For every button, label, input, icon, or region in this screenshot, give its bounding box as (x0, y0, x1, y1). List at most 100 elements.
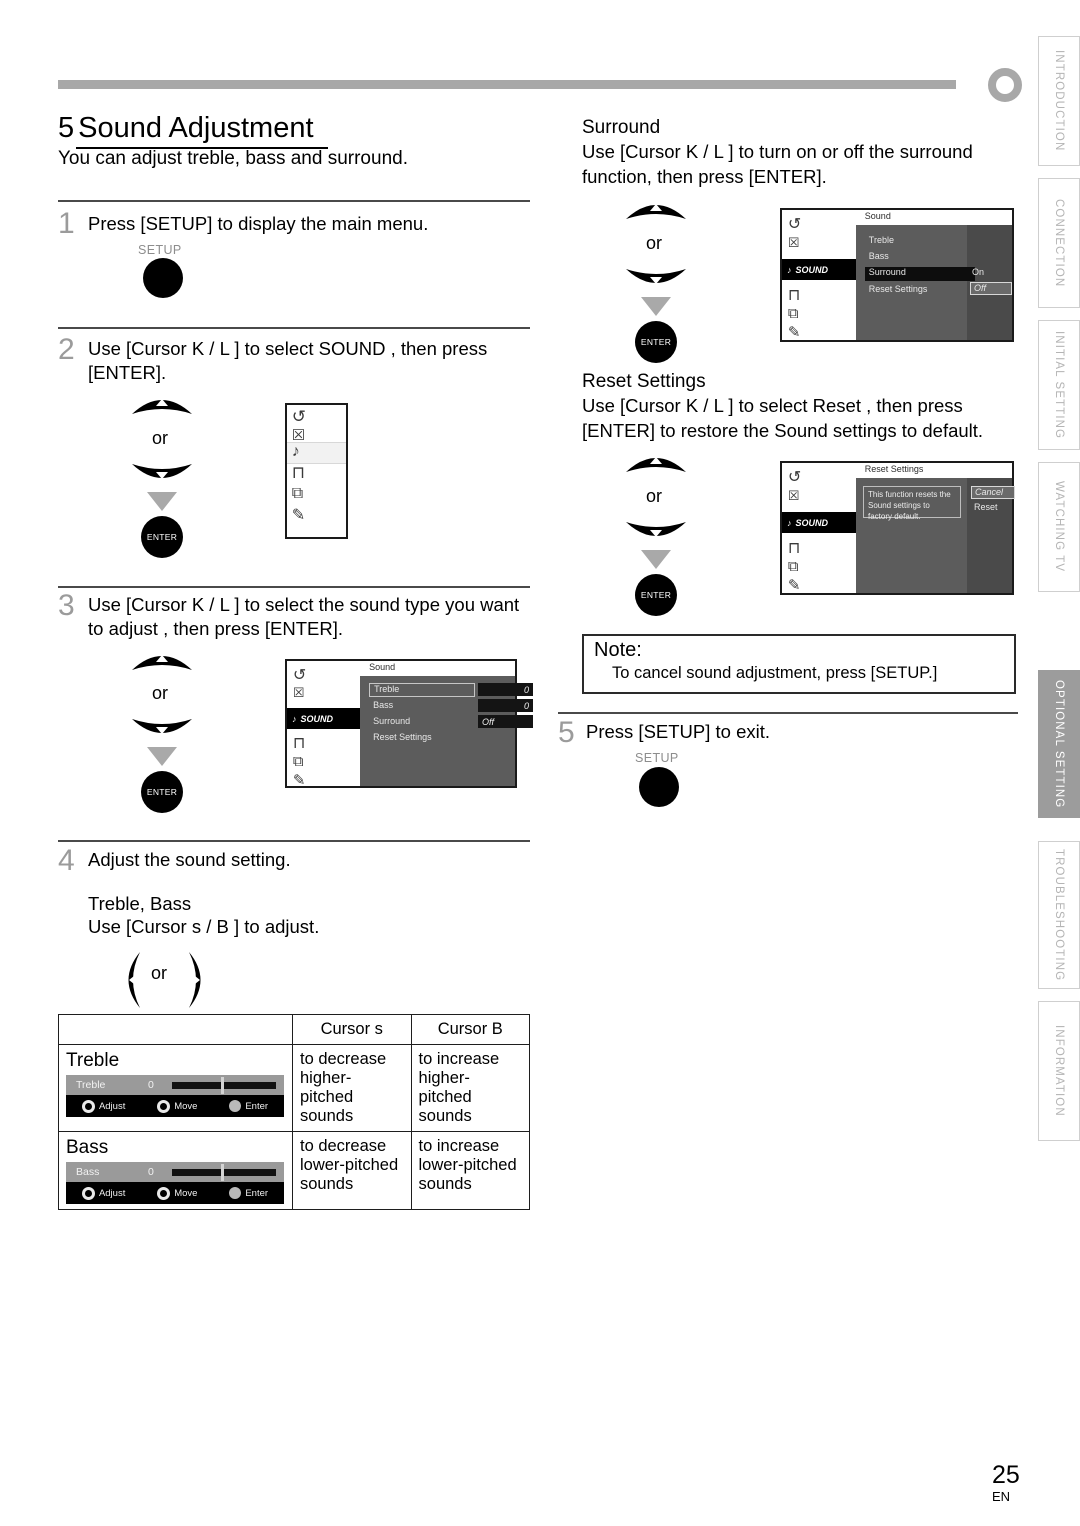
return-icon[interactable]: ↺ (293, 665, 306, 685)
setup-button-5[interactable] (639, 767, 679, 807)
layers-icon[interactable]: ⧉ (788, 305, 799, 322)
tab-watching-tv[interactable]: WATCHING TV (1038, 462, 1080, 592)
footer-move-label: Move (174, 1187, 198, 1199)
setup-button-1[interactable] (143, 258, 183, 298)
step-2-rule (58, 327, 530, 329)
header-rule (58, 80, 956, 89)
layers-icon[interactable]: ⧉ (788, 558, 799, 575)
osd-value-treble: 0 (478, 683, 533, 696)
osd-option-on[interactable]: On (972, 267, 984, 277)
picture-icon[interactable]: ☒ (292, 426, 305, 444)
osd-sidebar-item-sound[interactable]: ♪ SOUND (782, 512, 856, 533)
cursor-up-key-surround[interactable] (624, 195, 688, 223)
timer-icon[interactable]: ⊓ (292, 463, 305, 483)
setup-icon[interactable]: ✎ (293, 771, 306, 789)
tab-troubleshooting[interactable]: TROUBLESHOOTING (1038, 841, 1080, 989)
tab-connection[interactable]: CONNECTION (1038, 178, 1080, 308)
setup-key-label-5: SETUP (635, 751, 679, 765)
or-label-surround: or (646, 233, 663, 253)
slider-knob[interactable] (221, 1077, 224, 1094)
cursor-left-key[interactable] (113, 950, 143, 1010)
osd-sidebar-item-sound[interactable]: ♪ SOUND (287, 708, 360, 729)
layers-icon[interactable]: ⧉ (293, 753, 304, 770)
slider-track[interactable] (172, 1169, 276, 1176)
or-label-reset: or (646, 486, 663, 506)
tab-introduction[interactable]: INTRODUCTION (1038, 36, 1080, 166)
osd-title: Sound (369, 662, 396, 672)
row-label-treble: Treble (66, 1050, 120, 1071)
setup-icon[interactable]: ✎ (788, 576, 801, 594)
cursor-down-key-reset[interactable] (624, 518, 688, 546)
slider-footer: Adjust Move Enter (66, 1182, 284, 1204)
enter-button-3[interactable]: ENTER (141, 771, 183, 813)
step-4-subheading: Treble, Bass (88, 893, 192, 914)
osd-slider-treble: Treble 0 Adjust Move Enter (66, 1075, 284, 1117)
setup-icon[interactable]: ✎ (788, 323, 801, 341)
osd-option-off[interactable]: Off (970, 282, 1012, 295)
osd-option-reset[interactable]: Reset (974, 502, 998, 512)
setup-icon[interactable]: ✎ (292, 505, 305, 525)
osd-row-reset[interactable]: Reset Settings (369, 732, 432, 742)
page-title-number: 5 (58, 112, 75, 144)
sound-icon[interactable]: ♪ (292, 443, 300, 461)
flow-arrow-2 (147, 492, 177, 511)
row-label-bass: Bass (66, 1137, 109, 1158)
osd-value-bass: 0 (478, 699, 533, 712)
sound-icon: ♪ (787, 517, 792, 528)
cursor-up-key-3[interactable] (130, 646, 194, 674)
dot-icon (229, 1187, 242, 1199)
return-icon[interactable]: ↺ (788, 214, 801, 234)
step-1-number: 1 (58, 207, 75, 240)
ring-icon (157, 1186, 171, 1200)
tab-information[interactable]: INFORMATION (1038, 1001, 1080, 1141)
osd-sidebar: ↺ ☒ ♪ SOUND ⊓ ⧉ ✎ (287, 661, 360, 789)
osd-slider-bass: Bass 0 Adjust Move Enter (66, 1162, 284, 1204)
timer-icon[interactable]: ⊓ (788, 285, 800, 305)
table-header-cursor-right: Cursor B (410, 1014, 531, 1045)
layers-icon[interactable]: ⧉ (292, 485, 303, 503)
cursor-up-key-reset[interactable] (624, 448, 688, 476)
flow-arrow-3 (147, 747, 177, 766)
step-4-rule (58, 840, 530, 842)
return-icon[interactable]: ↺ (292, 407, 306, 427)
page-title: 5 Sound Adjustment (58, 112, 528, 149)
osd-row-treble[interactable]: Treble (865, 235, 894, 245)
osd-row-bass[interactable]: Bass (369, 700, 393, 710)
footer-enter-label: Enter (245, 1187, 269, 1199)
cursor-up-key-2[interactable] (130, 390, 194, 418)
step-2-number: 2 (58, 333, 75, 366)
osd-row-reset[interactable]: Reset Settings (865, 284, 928, 294)
tab-optional-setting[interactable]: OPTIONAL SETTING (1038, 670, 1080, 818)
enter-button-surround[interactable]: ENTER (635, 321, 677, 363)
footer-enter-label: Enter (245, 1100, 269, 1112)
reset-body: Use [Cursor K / L ] to select Reset , th… (582, 395, 984, 441)
osd-option-cancel[interactable]: Cancel (971, 486, 1015, 499)
osd-row-surround[interactable]: Surround (369, 716, 410, 726)
osd-sidebar-item-sound[interactable]: ♪ SOUND (782, 259, 856, 280)
osd-row-treble[interactable]: Treble (369, 683, 476, 697)
cursor-down-key-2[interactable] (130, 460, 194, 488)
timer-icon[interactable]: ⊓ (293, 733, 305, 753)
cursor-right-key[interactable] (186, 950, 216, 1010)
osd-row-bass[interactable]: Bass (865, 251, 889, 261)
slider-track[interactable] (172, 1082, 276, 1089)
enter-button-2[interactable]: ENTER (141, 516, 183, 558)
picture-icon[interactable]: ☒ (788, 488, 800, 504)
flow-arrow-reset (641, 550, 671, 569)
enter-button-reset[interactable]: ENTER (635, 574, 677, 616)
cursor-down-key-surround[interactable] (624, 265, 688, 293)
tab-label: TROUBLESHOOTING (1053, 848, 1065, 982)
osd-row-surround[interactable]: Surround (864, 267, 975, 281)
sound-icon: ♪ (787, 264, 792, 275)
footer-adjust-label: Adjust (98, 1187, 126, 1199)
picture-icon[interactable]: ☒ (293, 685, 305, 701)
cursor-down-key-3[interactable] (130, 715, 194, 743)
tab-initial-setting[interactable]: INITIAL SETTING (1038, 320, 1080, 450)
picture-icon[interactable]: ☒ (788, 235, 800, 251)
table-header-row: Cursor s Cursor B (58, 1014, 531, 1045)
osd-surround-menu: ↺ ☒ ♪ SOUND ⊓ ⧉ ✎ Sound Treble Bass Surr… (780, 208, 1014, 342)
timer-icon[interactable]: ⊓ (788, 538, 800, 558)
return-icon[interactable]: ↺ (788, 467, 801, 487)
slider-knob[interactable] (221, 1164, 224, 1181)
table-header-blank (58, 1014, 293, 1045)
